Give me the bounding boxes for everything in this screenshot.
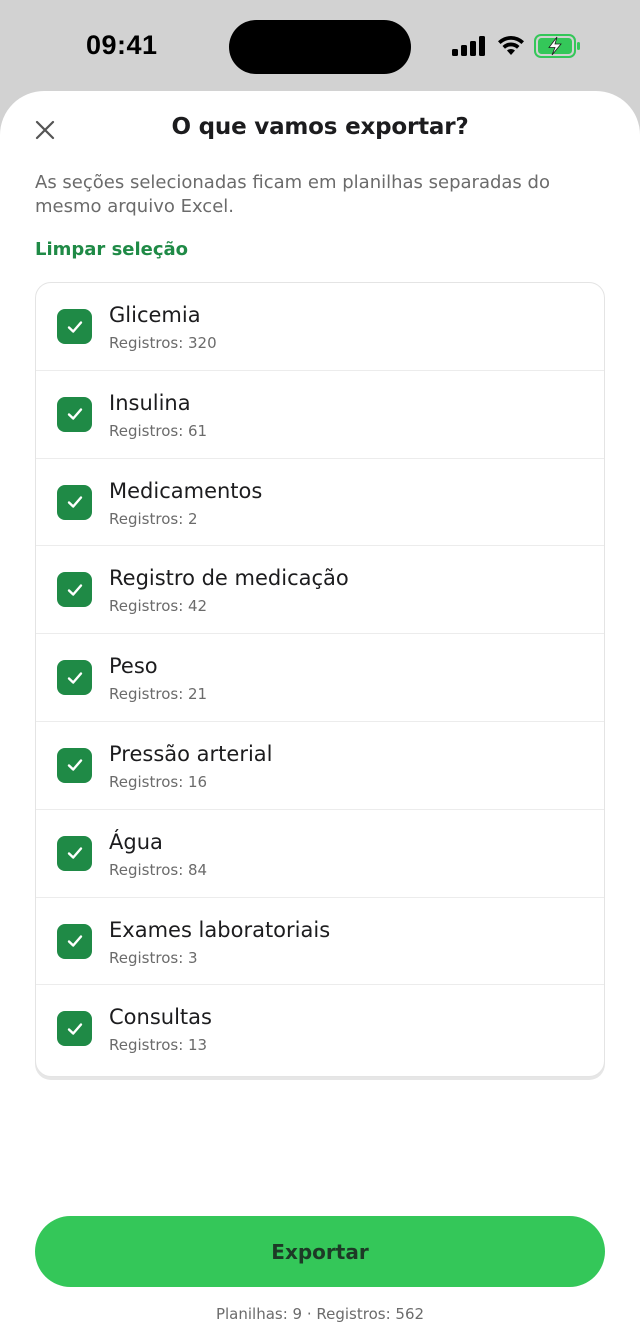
cellular-signal-icon [452,36,485,56]
sheet-title: O que vamos exportar? [171,114,469,140]
section-item-exames-laboratoriais[interactable]: Exames laboratoriais Registros: 3 [36,898,604,986]
checkbox-checked[interactable] [57,747,92,783]
export-button[interactable]: Exportar [35,1216,605,1287]
checkmark-icon [67,847,82,859]
export-sheet: O que vamos exportar? As seções selecion… [0,91,640,1343]
dynamic-island [229,20,411,74]
section-item-glicemia[interactable]: Glicemia Registros: 320 [36,283,604,371]
checkbox-checked[interactable] [57,660,92,696]
status-time: 09:41 [86,30,158,60]
section-count: Registros: 3 [109,948,198,967]
section-item-medicamentos[interactable]: Medicamentos Registros: 2 [36,459,604,547]
section-label: Exames laboratoriais [109,917,331,942]
export-button-label: Exportar [271,1239,369,1264]
section-label: Peso [109,654,158,679]
wifi-icon [498,35,524,55]
checkmark-icon [67,496,82,508]
checkmark-icon [67,320,82,333]
export-summary: Planilhas: 9 · Registros: 562 [215,1305,425,1323]
checkbox-checked[interactable] [57,1011,92,1047]
battery-charging-icon [534,34,580,58]
section-count: Registros: 21 [109,685,208,704]
checkmark-icon [67,759,82,772]
section-label: Insulina [109,390,191,415]
sheet-subtitle: As seções selecionadas ficam em planilha… [35,172,550,217]
section-item-insulina[interactable]: Insulina Registros: 61 [36,371,604,459]
checkbox-checked[interactable] [57,396,92,432]
section-count: Registros: 42 [109,597,208,616]
checkbox-checked[interactable] [57,923,92,959]
section-count: Registros: 84 [109,860,208,879]
section-label: Consultas [109,1005,212,1030]
section-item-registro-medicacao[interactable]: Registro de medicação Registros: 42 [36,546,604,635]
section-item-pressao-arterial[interactable]: Pressão arterial Registros: 16 [36,722,604,810]
section-count: Registros: 61 [109,421,208,440]
section-item-peso[interactable]: Peso Registros: 21 [36,634,604,722]
section-label: Pressão arterial [109,741,273,766]
section-item-agua[interactable]: Água Registros: 84 [36,810,604,898]
checkbox-checked[interactable] [57,309,92,344]
section-count: Registros: 16 [109,772,208,791]
section-label: Registro de medicação [109,566,349,591]
section-label: Glicemia [109,303,201,327]
checkbox-checked[interactable] [57,572,92,608]
section-item-consultas[interactable]: Consultas Registros: 13 [36,985,604,1073]
clear-selection-link[interactable]: Limpar seleção [35,239,188,260]
checkbox-checked[interactable] [57,835,92,871]
status-bar: 09:41 [0,0,640,92]
checkmark-icon [67,408,82,420]
checkmark-icon [67,935,82,947]
section-label: Medicamentos [109,478,263,503]
checkmark-icon [67,1023,82,1035]
section-count: Registros: 13 [109,1036,208,1055]
section-count: Registros: 320 [109,334,217,352]
checkmark-icon [67,671,82,684]
checkmark-icon [67,584,82,596]
section-count: Registros: 2 [109,509,198,528]
sections-list: Glicemia Registros: 320 Insulina Registr… [35,282,605,1077]
section-label: Água [109,829,163,854]
checkbox-checked[interactable] [57,484,92,520]
